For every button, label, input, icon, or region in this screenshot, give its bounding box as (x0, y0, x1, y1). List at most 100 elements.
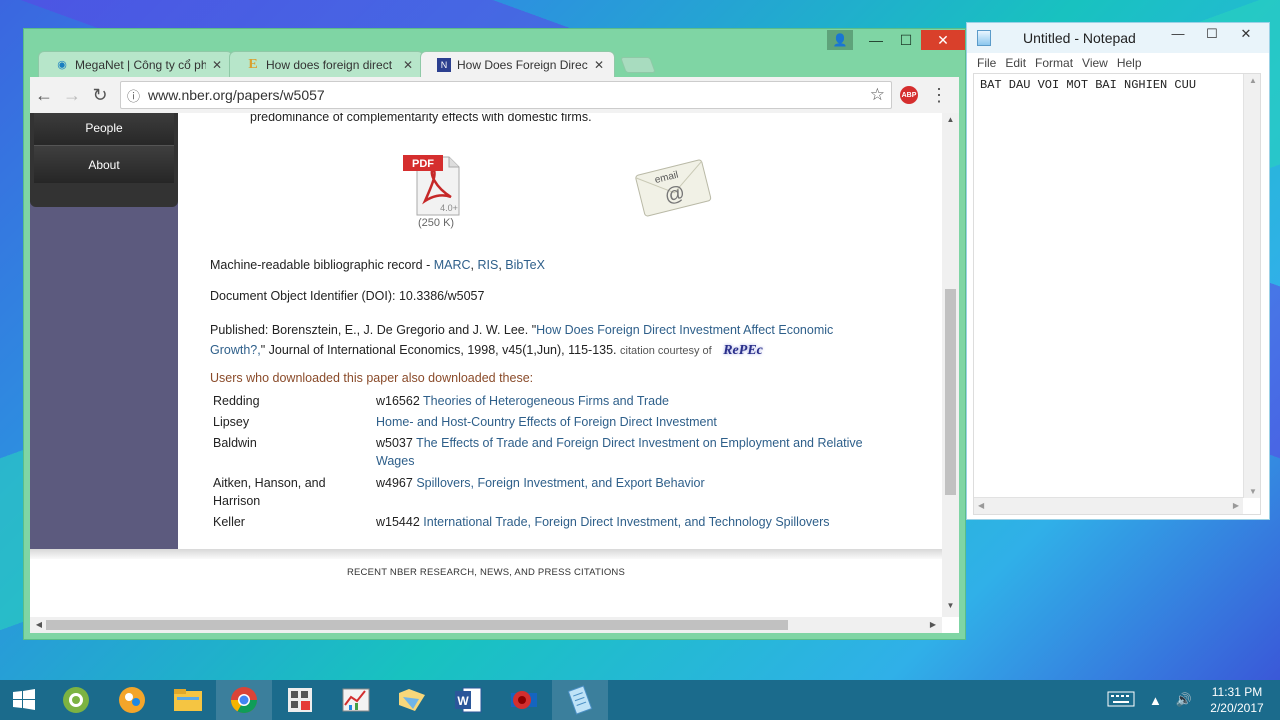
recorder-icon[interactable] (496, 680, 552, 720)
forward-icon[interactable]: → (58, 81, 86, 109)
close-icon[interactable]: ✕ (212, 58, 222, 72)
scroll-down-icon[interactable]: ▼ (942, 601, 959, 615)
tab-title: How does foreign direct (266, 57, 393, 72)
minimize-button[interactable]: — (1161, 23, 1195, 45)
address-bar[interactable]: ⓘ www.nber.org/papers/w5057 ☆ (120, 81, 892, 109)
taskbar: W ▲ 🔊 11:31 PM 2/20/2017 (0, 680, 1280, 720)
new-tab-button[interactable] (620, 57, 656, 73)
reload-icon[interactable]: ↻ (86, 81, 114, 109)
minimize-button[interactable]: — (861, 29, 891, 51)
volume-icon[interactable]: 🔊 (1176, 692, 1192, 708)
paper-id: w4967 (376, 476, 413, 490)
sidebar-item-about[interactable]: About (34, 145, 174, 183)
tab-meganet[interactable]: ◉ MegaNet | Công ty cổ phần ✕ (38, 51, 233, 77)
page-info-icon[interactable]: ⓘ (127, 86, 140, 105)
published-prefix: Published: Borensztein, E., J. De Gregor… (210, 323, 537, 337)
pdf-size: (250 K) (418, 217, 455, 229)
vertical-scrollbar[interactable]: ▲ ▼ (1243, 74, 1260, 498)
scroll-up-icon[interactable]: ▲ (942, 115, 959, 129)
pdf-download-icon[interactable]: PDF 4.0+ (403, 153, 465, 219)
clock[interactable]: 11:31 PM 2/20/2017 (1206, 684, 1268, 716)
folder-app-icon[interactable] (384, 680, 440, 720)
ris-link[interactable]: RIS (478, 258, 499, 272)
paper-id: w15442 (376, 515, 420, 529)
tab-nber[interactable]: N How Does Foreign Direct ✕ (420, 51, 615, 77)
user-profile-icon[interactable]: 👤 (827, 30, 853, 50)
chart-app-icon[interactable] (328, 680, 384, 720)
related-paper-link[interactable]: Home- and Host-Country Effects of Foreig… (376, 415, 717, 429)
window-controls: 👤 — ☐ ✕ (827, 29, 965, 51)
calendar-app-icon[interactable] (272, 680, 328, 720)
scroll-up-icon[interactable]: ▲ (1249, 76, 1257, 85)
vertical-scrollbar[interactable]: ▲ ▼ (942, 113, 959, 617)
sidebar-item-people[interactable]: People (34, 113, 174, 147)
people-app-icon[interactable] (104, 680, 160, 720)
close-button[interactable]: ✕ (921, 30, 965, 50)
close-icon[interactable]: ✕ (594, 58, 604, 72)
browser-toolbar: ← → ↻ ⓘ www.nber.org/papers/w5057 ☆ ABP … (30, 77, 959, 113)
related-author: Baldwin (213, 436, 257, 450)
scroll-left-icon[interactable]: ◀ (32, 617, 46, 633)
file-explorer-icon[interactable] (160, 680, 216, 720)
related-paper-link[interactable]: Theories of Heterogeneous Firms and Trad… (423, 394, 669, 408)
tab-title: MegaNet | Công ty cổ phần (75, 57, 206, 72)
scroll-right-icon[interactable]: ▶ (1233, 501, 1239, 510)
related-paper-link[interactable]: International Trade, Foreign Direct Inve… (423, 515, 829, 529)
meganet-icon: ◉ (57, 59, 67, 71)
bibtex-link[interactable]: BibTeX (505, 258, 545, 272)
word-icon[interactable]: W (440, 680, 496, 720)
menu-view[interactable]: View (1082, 56, 1108, 70)
related-paper: Home- and Host-Country Effects of Foreig… (376, 413, 896, 431)
menu-file[interactable]: File (977, 56, 996, 70)
system-tray: ▲ 🔊 11:31 PM 2/20/2017 (1107, 680, 1280, 720)
close-button[interactable]: ✕ (1229, 23, 1263, 45)
related-paper-link[interactable]: Spillovers, Foreign Investment, and Expo… (416, 476, 704, 490)
notepad-titlebar: Untitled - Notepad — ☐ ✕ (967, 23, 1269, 53)
chrome-icon[interactable] (216, 680, 272, 720)
keyboard-icon[interactable] (1107, 691, 1135, 710)
horizontal-scrollbar[interactable]: ◀ ▶ (30, 617, 942, 633)
chevron-up-icon[interactable]: ▲ (1149, 693, 1162, 708)
pdf-version-label: 4.0+ (440, 203, 458, 213)
menu-edit[interactable]: Edit (1005, 56, 1026, 70)
coccoc-icon[interactable] (48, 680, 104, 720)
adblock-plus-icon[interactable]: ABP (900, 86, 918, 104)
scrollbar-thumb[interactable] (46, 620, 788, 630)
maximize-button[interactable]: ☐ (891, 29, 921, 51)
scrollbar-thumb[interactable] (945, 289, 956, 495)
marc-link[interactable]: MARC (434, 258, 471, 272)
scroll-down-icon[interactable]: ▼ (1249, 487, 1257, 496)
tab-foreign-direct[interactable]: E How does foreign direct ✕ (229, 51, 424, 77)
scroll-left-icon[interactable]: ◀ (978, 501, 984, 510)
start-icon[interactable] (0, 680, 48, 720)
page-viewport: People About predominance of complementa… (30, 113, 959, 633)
related-paper: w16562 Theories of Heterogeneous Firms a… (376, 392, 896, 410)
svg-text:W: W (457, 694, 469, 708)
notepad-icon[interactable] (552, 680, 608, 720)
paper-content: predominance of complementarity effects … (178, 113, 940, 549)
tab-title: How Does Foreign Direct (457, 57, 588, 72)
clock-date: 2/20/2017 (1210, 701, 1264, 715)
back-icon[interactable]: ← (30, 81, 58, 109)
published-article-link-cont[interactable]: Growth?, (210, 343, 261, 357)
close-icon[interactable]: ✕ (403, 58, 413, 72)
menu-format[interactable]: Format (1035, 56, 1073, 70)
footer-heading: RECENT NBER RESEARCH, NEWS, AND PRESS CI… (346, 567, 626, 578)
published-citation: Published: Borensztein, E., J. De Gregor… (210, 320, 910, 361)
horizontal-scrollbar[interactable]: ◀ ▶ (974, 497, 1243, 514)
scroll-right-icon[interactable]: ▶ (926, 617, 940, 633)
also-downloaded-heading: Users who downloaded this paper also dow… (210, 371, 534, 385)
email-share-icon[interactable]: email @ (633, 153, 713, 219)
e-icon: E (248, 56, 258, 72)
published-article-link[interactable]: How Does Foreign Direct Investment Affec… (536, 323, 833, 337)
repec-logo[interactable]: RePEc (723, 343, 763, 358)
related-paper-link[interactable]: The Effects of Trade and Foreign Direct … (376, 436, 863, 468)
nber-icon: N (437, 57, 451, 72)
notepad-text: BAT DAU VOI MOT BAI NGHIEN CUU (980, 78, 1197, 92)
notepad-text-area[interactable]: BAT DAU VOI MOT BAI NGHIEN CUU ▲ ▼ ◀ ▶ (973, 73, 1261, 515)
chrome-menu-icon[interactable]: ⋮ (930, 85, 948, 106)
menu-help[interactable]: Help (1117, 56, 1142, 70)
maximize-button[interactable]: ☐ (1195, 23, 1229, 45)
paper-id: w16562 (376, 394, 420, 408)
bookmark-star-icon[interactable]: ☆ (870, 85, 885, 105)
